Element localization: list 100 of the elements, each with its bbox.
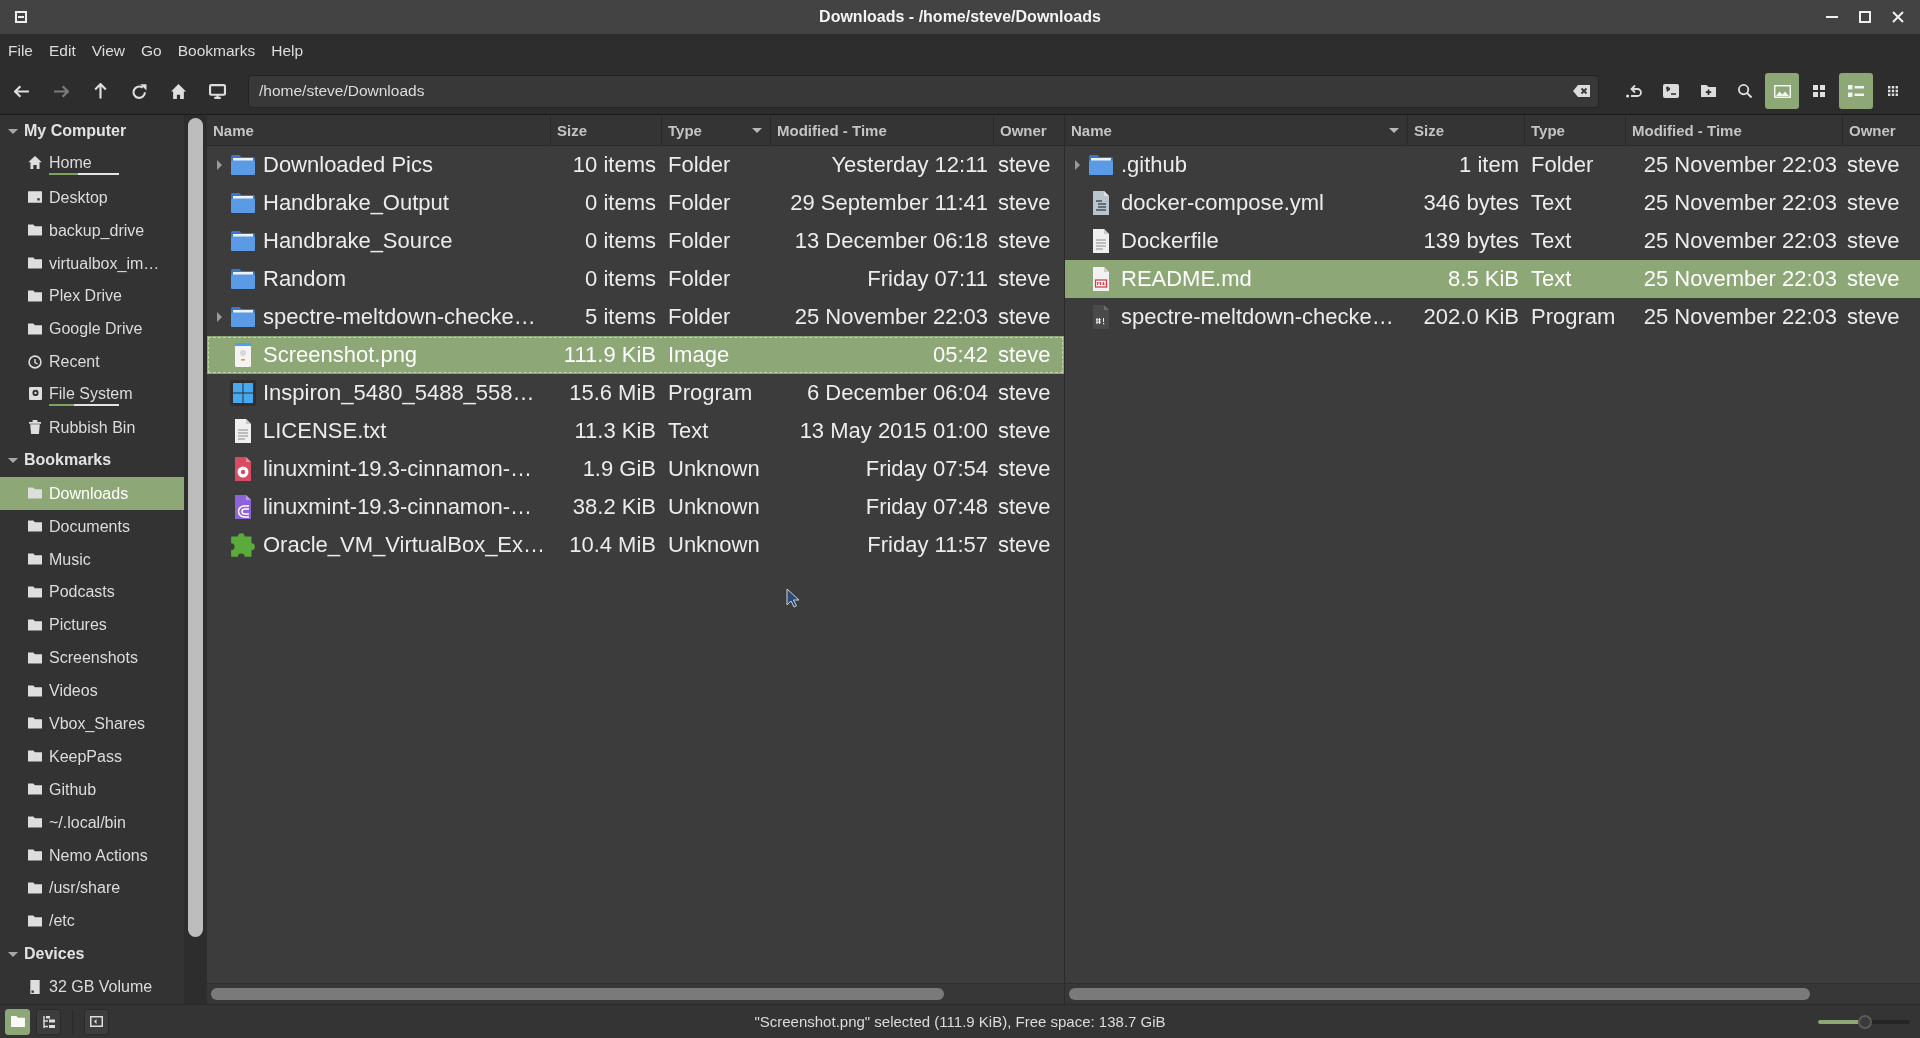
expander-icon[interactable] xyxy=(8,126,18,137)
markdown-file-icon xyxy=(1091,266,1111,292)
menu-item[interactable]: View xyxy=(83,34,134,68)
modified-time: 25 November 22:03 xyxy=(1643,152,1837,178)
file-row[interactable]: .github 1 item Folder 25 November 22:03 steve xyxy=(1065,146,1920,184)
sidebar-item[interactable]: Home xyxy=(0,147,184,181)
file-row[interactable]: Dockerfile 139 bytes Text 25 November 22:03 steve xyxy=(1065,222,1920,260)
maximize-icon xyxy=(1859,11,1871,23)
file-row[interactable]: Inspiron_5480_5488_558… 15.6 MiB Program 6 December 06:04 steve xyxy=(207,374,1064,412)
sidebar-item[interactable]: Vbox_Shares xyxy=(0,707,184,740)
expander-icon[interactable] xyxy=(214,160,224,170)
menu-item[interactable]: Go xyxy=(133,34,170,68)
sidebar-item[interactable]: Plex Drive xyxy=(0,279,184,313)
menu-item[interactable]: File xyxy=(0,34,41,68)
file-row[interactable]: spectre-meltdown-checke… 202.0 KiB Program 25 November 22:03 steve xyxy=(1065,298,1920,336)
drive-icon xyxy=(30,979,40,994)
sidebar-mode-button[interactable] xyxy=(36,1008,61,1035)
file-row[interactable]: spectre-meltdown-checke… 5 items Folder 25 November 22:03 steve xyxy=(207,298,1064,336)
image-file-icon xyxy=(233,342,253,368)
sidebar-item[interactable]: virtualbox_im… xyxy=(0,246,184,280)
file-name: .github xyxy=(1121,152,1188,178)
sidebar-item[interactable]: KeepPass xyxy=(0,739,184,773)
list-icon xyxy=(1848,85,1864,97)
column-header[interactable]: Size xyxy=(551,115,662,145)
file-type: Text xyxy=(1531,190,1572,216)
sidebar-item[interactable]: /usr/share xyxy=(0,871,184,905)
clear-icon[interactable] xyxy=(1573,85,1590,97)
file-owner: steve xyxy=(1847,152,1900,178)
expander-icon[interactable] xyxy=(214,312,224,322)
sidebar-item[interactable]: Nemo Actions xyxy=(0,838,184,872)
modified-time: 25 November 22:03 xyxy=(794,304,988,330)
file-row[interactable]: linuxmint-19.3-cinnamon-… 1.9 GiB Unknown Friday 07:54 steve xyxy=(207,450,1064,488)
file-row[interactable]: linuxmint-19.3-cinnamon-… 38.2 KiB Unknown Friday 07:48 steve xyxy=(207,488,1064,526)
column-header[interactable]: Modified - Time xyxy=(771,115,994,145)
file-size: 11.3 KiB xyxy=(574,418,656,444)
menu-item[interactable]: Bookmarks xyxy=(169,34,264,68)
file-owner: steve xyxy=(998,342,1051,368)
folder-icon xyxy=(28,684,42,697)
file-row[interactable]: Random 0 items Folder Friday 07:11 steve xyxy=(207,260,1064,298)
sidebar-item[interactable]: Videos xyxy=(0,674,184,708)
file-row[interactable]: docker-compose.yml 346 bytes Text 25 November 22:03 steve xyxy=(1065,184,1920,222)
file-row[interactable]: Downloaded Pics 10 items Folder Yesterday 12:11 steve xyxy=(207,146,1064,184)
thumbnails-toggle[interactable] xyxy=(1765,73,1799,109)
sidebar-section-header[interactable]: Devices xyxy=(0,937,184,971)
slider-handle[interactable] xyxy=(1858,1014,1873,1029)
sidebar-item[interactable]: 32 GB Volume xyxy=(0,970,184,1004)
sidebar-item[interactable]: Documents xyxy=(0,509,184,543)
column-header[interactable]: Size xyxy=(1408,115,1525,145)
sidebar-item[interactable]: Github xyxy=(0,772,184,806)
file-size: 10 items xyxy=(572,152,656,178)
menu-item[interactable]: Edit xyxy=(41,34,84,68)
sidebar-section-header[interactable]: Bookmarks xyxy=(0,443,184,477)
sidebar-mode-button[interactable] xyxy=(5,1008,30,1035)
column-header[interactable]: Name xyxy=(1065,115,1408,145)
expander-icon[interactable] xyxy=(1072,160,1082,170)
sidebar-item[interactable]: File System xyxy=(0,378,184,411)
folder-icon xyxy=(28,717,42,730)
column-header[interactable]: Type xyxy=(662,115,771,145)
sidebar-item[interactable]: Desktop xyxy=(0,180,184,214)
sidebar-item[interactable]: Google Drive xyxy=(0,312,184,346)
sidebar-toggle-button[interactable] xyxy=(84,1008,109,1035)
scrollbar-thumb[interactable] xyxy=(211,988,944,1000)
menu-item[interactable]: Help xyxy=(263,34,312,68)
puzzle-icon xyxy=(230,532,256,558)
file-row[interactable]: Oracle_VM_VirtualBox_Ex… 10.4 MiB Unknown Friday 11:57 steve xyxy=(207,526,1064,564)
file-size: 139 bytes xyxy=(1423,228,1519,254)
file-row[interactable]: Handbrake_Source 0 items Folder 13 December 06:18 steve xyxy=(207,222,1064,260)
file-type: Folder xyxy=(668,304,731,330)
file-row[interactable]: LICENSE.txt 11.3 KiB Text 13 May 2015 01:00 steve xyxy=(207,412,1064,450)
sidebar-item[interactable]: Screenshots xyxy=(0,641,184,675)
sidebar-item[interactable]: Music xyxy=(0,542,184,576)
sidebar-item[interactable]: Podcasts xyxy=(0,575,184,609)
text-file-icon xyxy=(1091,190,1111,216)
file-name: linuxmint-19.3-cinnamon-… xyxy=(263,494,532,520)
sidebar-item[interactable]: backup_drive xyxy=(0,213,184,247)
folder-icon xyxy=(28,783,42,796)
folder-icon xyxy=(28,914,42,927)
modified-time: 6 December 06:04 xyxy=(807,380,988,406)
window-menu-icon xyxy=(15,11,27,23)
sidebar-item[interactable]: /etc xyxy=(0,904,184,938)
sidebar-item[interactable]: Rubbish Bin xyxy=(0,411,184,444)
file-row[interactable]: Handbrake_Output 0 items Folder 29 September 11:41 steve xyxy=(207,184,1064,222)
scrollbar-thumb[interactable] xyxy=(1069,988,1810,1000)
column-header[interactable]: Name xyxy=(207,115,551,145)
file-type: Folder xyxy=(668,266,731,292)
sidebar-item[interactable]: Pictures xyxy=(0,608,184,642)
sidebar-item[interactable]: Recent xyxy=(0,345,184,379)
column-header[interactable]: Modified - Time xyxy=(1626,115,1843,145)
expander-icon[interactable] xyxy=(8,455,18,466)
window-title: Downloads - /home/steve/Downloads xyxy=(819,8,1101,26)
scrollbar-thumb[interactable] xyxy=(188,118,203,937)
file-name: spectre-meltdown-checke… xyxy=(1121,304,1394,330)
sidebar-item[interactable]: ~/.local/bin xyxy=(0,805,184,839)
folder-icon xyxy=(28,487,42,500)
location-field[interactable]: /home/steve/Downloads xyxy=(248,74,1599,108)
sidebar-section-header[interactable]: My Computer xyxy=(0,115,184,148)
column-header[interactable]: Type xyxy=(1525,115,1626,145)
column-header[interactable]: Owner xyxy=(1843,115,1920,145)
file-type: Unknown xyxy=(668,456,760,482)
column-header[interactable]: Owner xyxy=(994,115,1064,145)
